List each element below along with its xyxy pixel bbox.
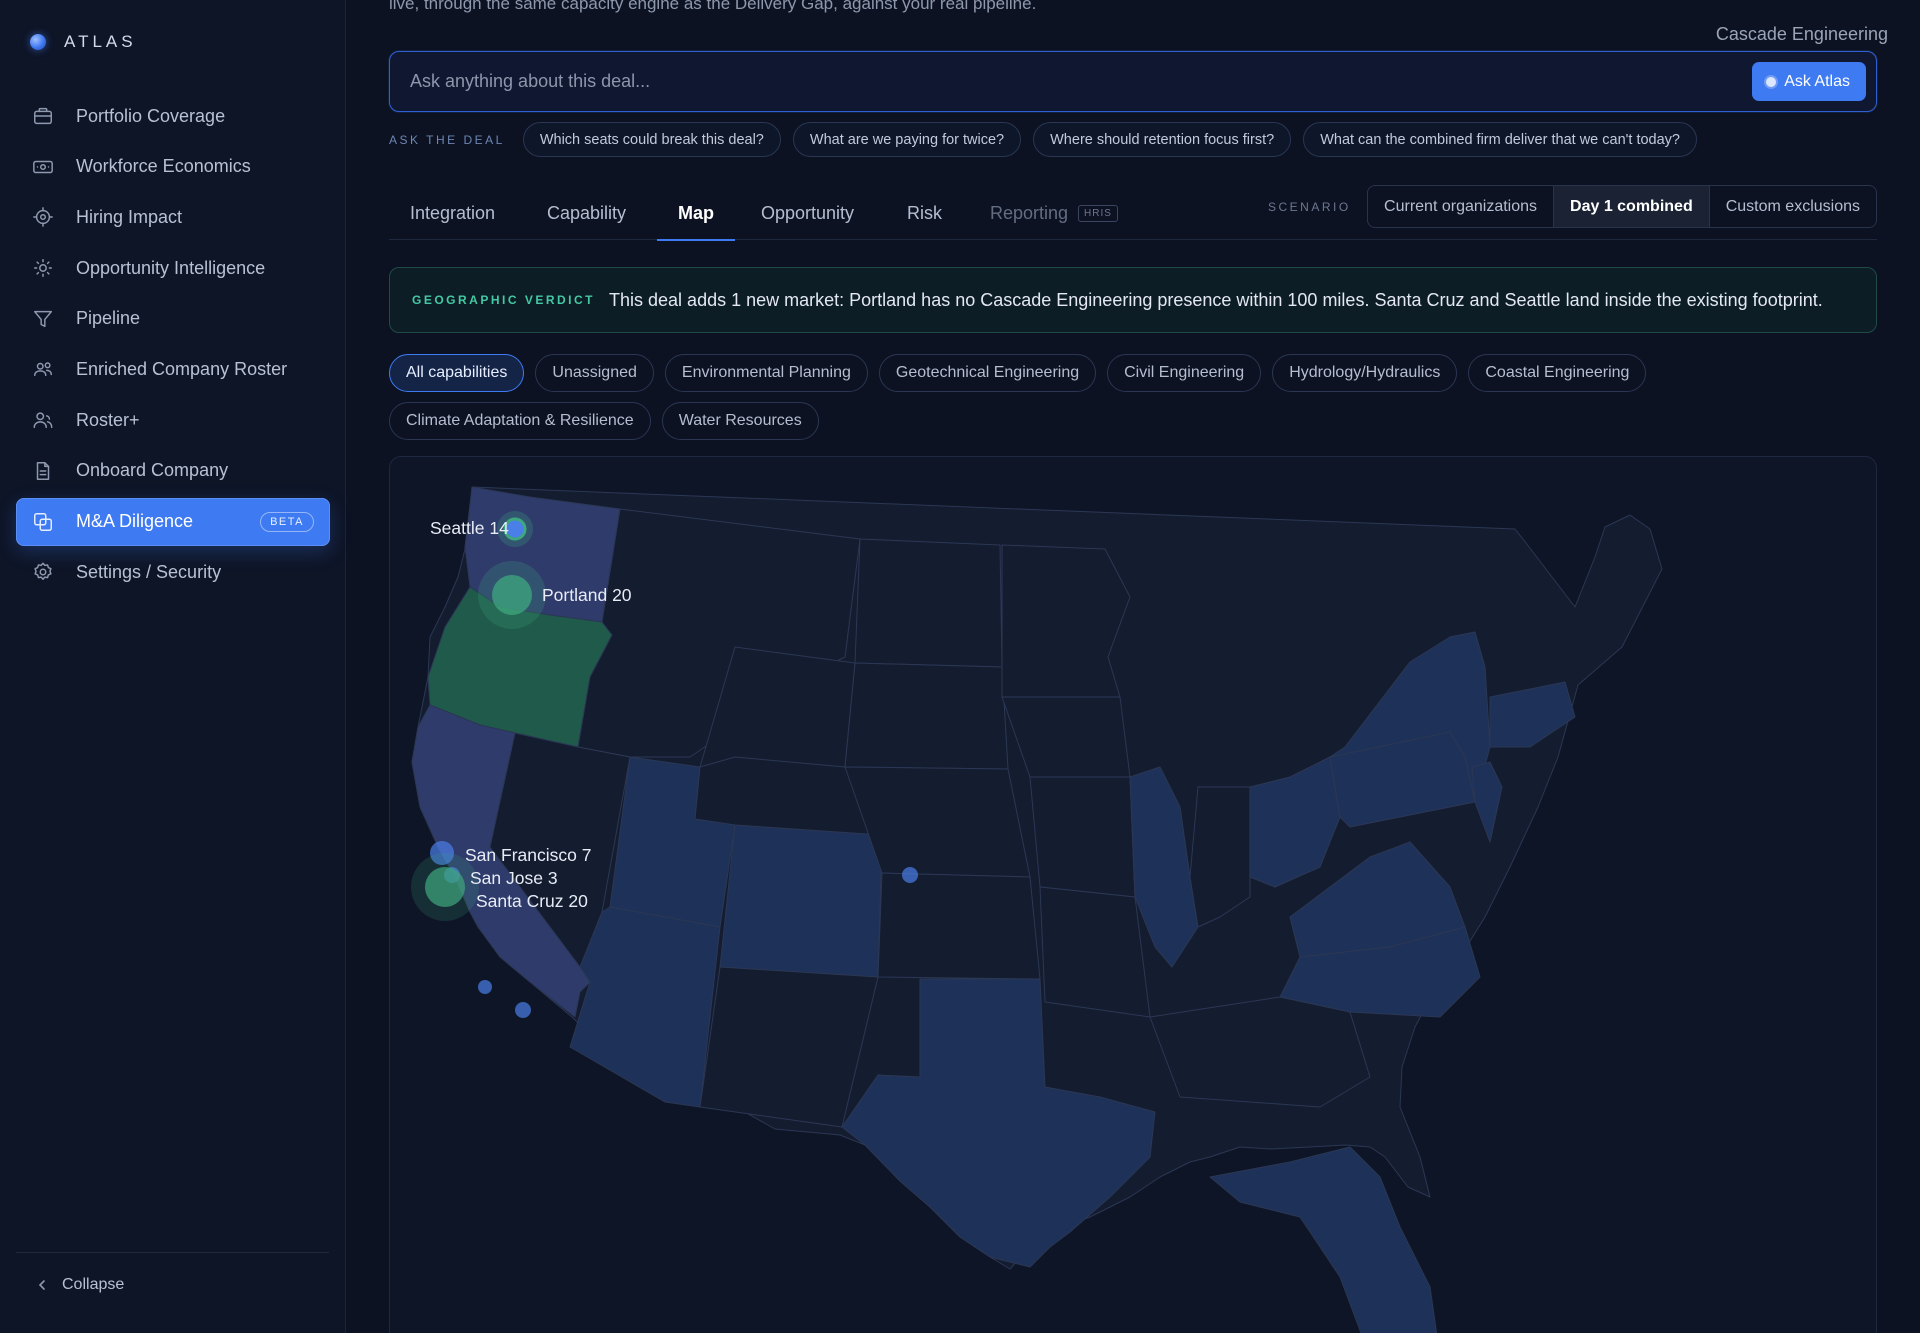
state-colorado	[719, 824, 883, 978]
sidebar: ATLAS Portfolio Coverage Workforce Econo…	[0, 0, 346, 1333]
atlas-logo-icon	[30, 34, 46, 50]
sidebar-item-onboard-company[interactable]: Onboard Company	[16, 447, 330, 495]
sidebar-item-label: Onboard Company	[76, 460, 229, 481]
ask-the-deal-label: ASK THE DEAL	[389, 132, 505, 147]
tab-reporting[interactable]: Reporting HRIS	[990, 186, 1118, 240]
map-label-portland: Portland 20	[542, 585, 632, 605]
target-icon	[33, 207, 53, 228]
sidebar-nav: Portfolio Coverage Workforce Economics H…	[16, 92, 330, 599]
intro-text: live, through the same capacity engine a…	[389, 0, 1037, 13]
users-icon	[34, 362, 52, 377]
scenario-custom-exclusions[interactable]: Custom exclusions	[1710, 186, 1876, 227]
geographic-verdict: GEOGRAPHIC VERDICT This deal adds 1 new …	[389, 267, 1877, 333]
scenario-toggle: Current organizations Day 1 combined Cus…	[1367, 185, 1877, 228]
sidebar-item-label: Opportunity Intelligence	[76, 257, 266, 278]
tab-label: Opportunity	[761, 202, 855, 223]
sidebar-item-pipeline[interactable]: Pipeline	[16, 295, 330, 343]
hris-badge: HRIS	[1078, 204, 1118, 222]
sidebar-item-label: Pipeline	[76, 308, 141, 329]
cash-icon	[33, 160, 53, 173]
atlas-dot-icon	[1766, 76, 1777, 87]
user-plus-icon	[33, 412, 53, 429]
sidebar-item-portfolio-coverage[interactable]: Portfolio Coverage	[16, 92, 330, 140]
brand[interactable]: ATLAS	[30, 32, 137, 52]
ask-the-deal: ASK THE DEAL Which seats could break thi…	[389, 122, 1697, 157]
ask-atlas-label: Ask Atlas	[1784, 72, 1850, 90]
filter-chip-unassigned[interactable]: Unassigned	[535, 354, 654, 392]
ask-atlas-button[interactable]: Ask Atlas	[1752, 62, 1866, 101]
sidebar-item-hiring-impact[interactable]: Hiring Impact	[16, 193, 330, 241]
sidebar-item-label: Settings / Security	[76, 561, 222, 582]
filter-chip-civil-engineering[interactable]: Civil Engineering	[1107, 354, 1262, 392]
sun-icon	[34, 259, 52, 278]
filter-chip-geotechnical-engineering[interactable]: Geotechnical Engineering	[878, 354, 1097, 392]
filter-chip-hydrology-hydraulics[interactable]: Hydrology/Hydraulics	[1272, 354, 1458, 392]
sidebar-item-opportunity-intelligence[interactable]: Opportunity Intelligence	[16, 244, 330, 292]
filter-chip-environmental-planning[interactable]: Environmental Planning	[664, 354, 868, 392]
tab-label: Integration	[410, 202, 496, 223]
scenario-current-organizations[interactable]: Current organizations	[1368, 186, 1555, 227]
scenario-day-1-combined[interactable]: Day 1 combined	[1554, 186, 1710, 227]
merge-icon	[34, 512, 52, 531]
suggestion-chip[interactable]: Which seats could break this deal?	[522, 122, 781, 157]
filter-chip-water-resources[interactable]: Water Resources	[661, 402, 819, 440]
sidebar-item-label: Enriched Company Roster	[76, 358, 288, 379]
tab-label: Map	[678, 202, 714, 223]
tab-label: Risk	[907, 202, 942, 223]
marker-los-angeles[interactable]	[478, 980, 492, 994]
marker-san-diego[interactable]	[515, 1002, 531, 1018]
tab-risk[interactable]: Risk	[907, 186, 942, 240]
sidebar-item-label: Roster+	[76, 409, 140, 430]
sidebar-item-label: Hiring Impact	[76, 206, 183, 227]
gear-icon	[34, 562, 52, 581]
sidebar-item-ma-diligence[interactable]: M&A Diligence BETA	[16, 497, 330, 546]
tab-integration[interactable]: Integration	[410, 186, 495, 240]
map-label-san-jose: San Jose 3	[470, 868, 558, 888]
tab-capability[interactable]: Capability	[547, 186, 626, 240]
filter-chip-all-capabilities[interactable]: All capabilities	[389, 354, 525, 392]
main-content: live, through the same capacity engine a…	[346, 0, 1920, 1333]
scenario-label: SCENARIO	[1268, 200, 1351, 214]
filter-chip-coastal-engineering[interactable]: Coastal Engineering	[1468, 354, 1647, 392]
document-icon	[36, 461, 50, 480]
briefcase-icon	[34, 107, 52, 125]
tab-map[interactable]: Map	[657, 186, 735, 241]
suggestion-chip[interactable]: What are we paying for twice?	[792, 122, 1022, 157]
verdict-text: This deal adds 1 new market: Portland ha…	[609, 289, 1823, 310]
us-map-card: Seattle 14 Portland 20 San Francisco 7 S…	[389, 456, 1877, 1333]
tab-opportunity[interactable]: Opportunity	[761, 186, 854, 240]
sidebar-divider	[16, 1252, 329, 1253]
ask-input[interactable]	[410, 52, 1510, 111]
brand-name: ATLAS	[64, 32, 137, 51]
map-label-seattle: Seattle 14	[430, 518, 509, 538]
collapse-button[interactable]: Collapse	[36, 1276, 124, 1294]
company-name: Cascade Engineering	[1715, 24, 1888, 44]
tab-label: Capability	[547, 202, 627, 223]
chevron-left-icon	[38, 1280, 45, 1290]
sidebar-item-enriched-company-roster[interactable]: Enriched Company Roster	[16, 345, 330, 393]
sidebar-item-label: Workforce Economics	[76, 156, 251, 177]
beta-badge: BETA	[260, 511, 314, 532]
marker-portland-core	[492, 575, 532, 615]
marker-santa-cruz-core	[425, 867, 465, 907]
map-label-santa-cruz: Santa Cruz 20	[476, 891, 588, 911]
sidebar-item-settings-security[interactable]: Settings / Security	[16, 548, 330, 596]
sidebar-item-workforce-economics[interactable]: Workforce Economics	[16, 143, 330, 191]
verdict-label: GEOGRAPHIC VERDICT	[412, 293, 596, 307]
sidebar-item-label: Portfolio Coverage	[76, 105, 226, 126]
ask-box: Ask Atlas	[389, 51, 1877, 112]
state-arizona	[569, 906, 721, 1108]
map-label-san-francisco: San Francisco 7	[465, 845, 591, 865]
collapse-label: Collapse	[62, 1276, 125, 1293]
capability-filters: All capabilities Unassigned Environmenta…	[389, 354, 1877, 450]
filter-chip-climate-adaptation[interactable]: Climate Adaptation & Resilience	[389, 402, 651, 440]
us-map: Seattle 14 Portland 20 San Francisco 7 S…	[411, 486, 1663, 1333]
suggestion-chip[interactable]: Where should retention focus first?	[1033, 122, 1292, 157]
marker-denver[interactable]	[902, 867, 918, 883]
sidebar-item-roster-plus[interactable]: Roster+	[16, 396, 330, 444]
tab-label: Reporting	[990, 202, 1069, 223]
sidebar-item-label: M&A Diligence	[76, 511, 194, 531]
suggestion-chip[interactable]: What can the combined firm deliver that …	[1303, 122, 1697, 157]
filter-icon	[34, 310, 52, 327]
